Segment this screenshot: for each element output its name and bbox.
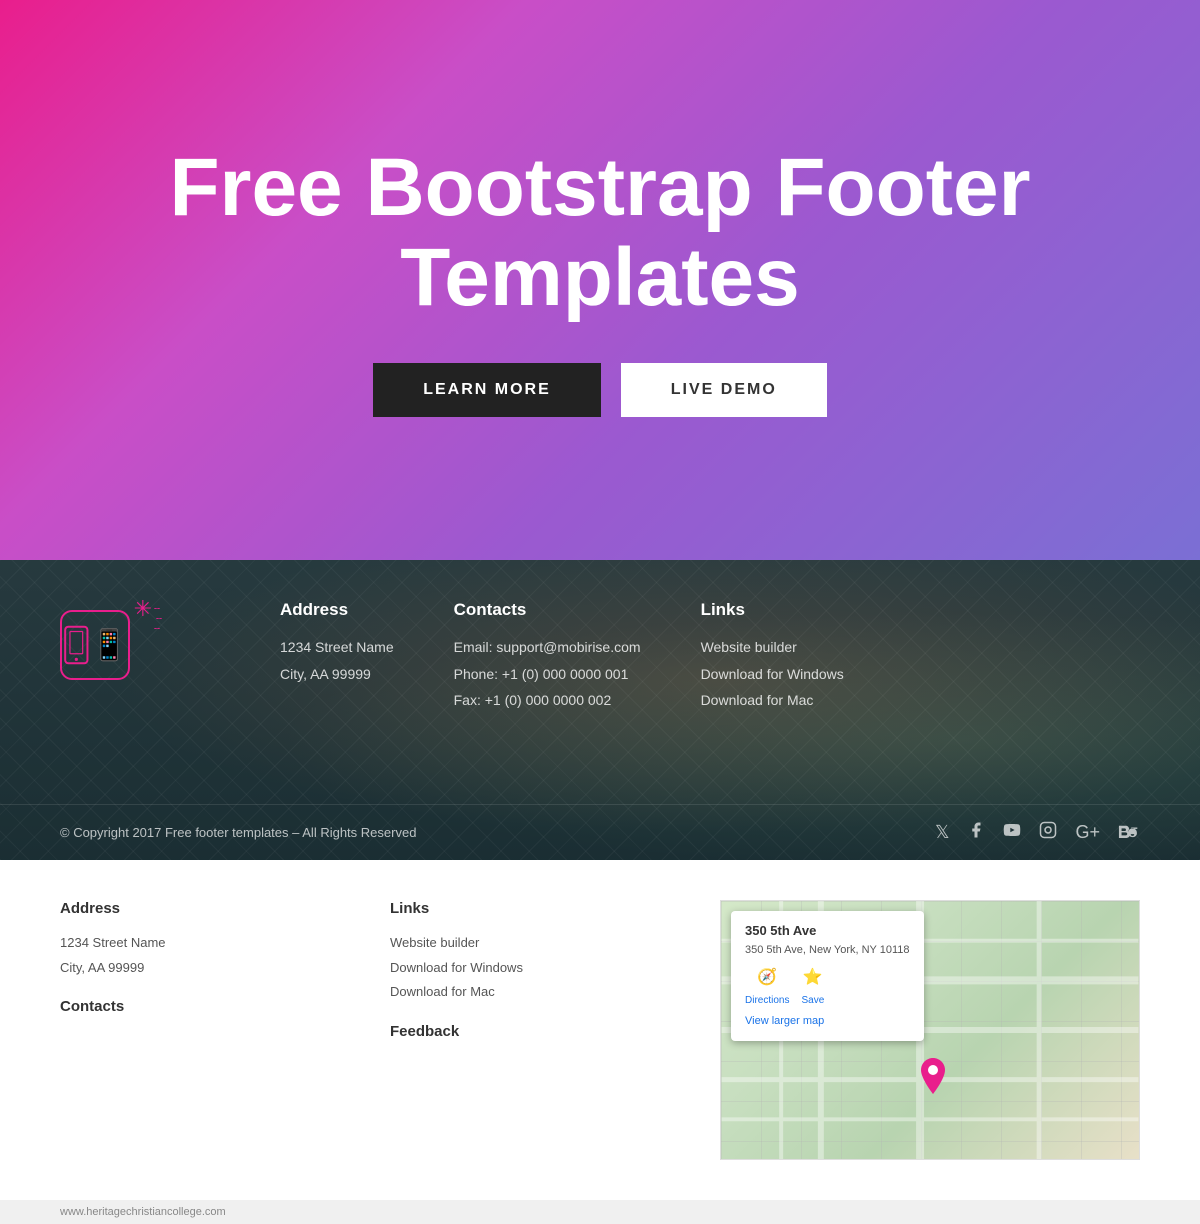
footer-light-links-heading: Links bbox=[390, 900, 660, 917]
footer-link-download-windows[interactable]: Download for Windows bbox=[701, 661, 844, 688]
footer-address-line1: 1234 Street Name bbox=[280, 634, 394, 661]
directions-button[interactable]: 🧭 Directions bbox=[745, 965, 789, 1009]
save-label: Save bbox=[801, 993, 824, 1009]
footer-light-feedback-heading: Feedback bbox=[390, 1023, 660, 1040]
footer-light-address-line2: City, AA 99999 bbox=[60, 956, 330, 981]
social-icons-group: 𝕏 G+ bbox=[935, 821, 1140, 844]
footer-email: Email: support@mobirise.com bbox=[454, 634, 641, 661]
instagram-icon[interactable] bbox=[1039, 821, 1057, 844]
footer-address-line2: City, AA 99999 bbox=[280, 661, 394, 688]
youtube-icon[interactable] bbox=[1003, 821, 1021, 844]
footer-contacts-col: Contacts Email: support@mobirise.com Pho… bbox=[454, 600, 641, 714]
directions-label: Directions bbox=[745, 993, 789, 1009]
view-larger-map-link[interactable]: View larger map bbox=[745, 1013, 910, 1031]
footer-light-link-download-windows[interactable]: Download for Windows bbox=[390, 956, 660, 981]
footer-light-links-col: Links Website builder Download for Windo… bbox=[390, 900, 660, 1160]
save-button[interactable]: ⭐ Save bbox=[801, 965, 824, 1009]
footer-link-download-mac[interactable]: Download for Mac bbox=[701, 687, 844, 714]
footer-dark-bottom: © Copyright 2017 Free footer templates –… bbox=[0, 804, 1200, 860]
directions-icon: 🧭 bbox=[757, 965, 777, 991]
footer-light-link-download-mac[interactable]: Download for Mac bbox=[390, 980, 660, 1005]
map-popup: 350 5th Ave 350 5th Ave, New York, NY 10… bbox=[731, 911, 924, 1041]
facebook-icon[interactable] bbox=[967, 821, 985, 844]
learn-more-button[interactable]: LEARN MORE bbox=[373, 363, 601, 417]
footer-fax: Fax: +1 (0) 000 0000 002 bbox=[454, 687, 641, 714]
footer-logo: ✳ ╌ ╌ ╌ bbox=[60, 600, 220, 714]
map-marker bbox=[921, 1058, 945, 1099]
sun-icon: ✳ bbox=[134, 596, 152, 622]
phone-logo-icon bbox=[60, 610, 130, 680]
behance-icon[interactable] bbox=[1118, 822, 1140, 843]
footer-light-address-col: Address 1234 Street Name City, AA 99999 … bbox=[60, 900, 330, 1160]
hero-section: Free Bootstrap Footer Templates LEARN MO… bbox=[0, 0, 1200, 560]
footer-link-website-builder[interactable]: Website builder bbox=[701, 634, 844, 661]
site-url: www.heritagechristiancollege.com bbox=[60, 1206, 226, 1218]
footer-contacts-heading: Contacts bbox=[454, 600, 641, 620]
map-placeholder: 350 5th Ave 350 5th Ave, New York, NY 10… bbox=[721, 901, 1139, 1159]
map-popup-title: 350 5th Ave bbox=[745, 921, 910, 942]
hero-title: Free Bootstrap Footer Templates bbox=[150, 143, 1050, 323]
twitter-icon[interactable]: 𝕏 bbox=[935, 822, 950, 843]
footer-light-address-heading: Address bbox=[60, 900, 330, 917]
footer-links-heading: Links bbox=[701, 600, 844, 620]
footer-address-heading: Address bbox=[280, 600, 394, 620]
google-plus-icon[interactable]: G+ bbox=[1075, 822, 1100, 843]
hero-buttons: LEARN MORE LIVE DEMO bbox=[373, 363, 827, 417]
footer-light-section: Address 1234 Street Name City, AA 99999 … bbox=[0, 860, 1200, 1200]
save-icon: ⭐ bbox=[803, 965, 823, 991]
footer-light-address-line1: 1234 Street Name bbox=[60, 931, 330, 956]
footer-light-link-website-builder[interactable]: Website builder bbox=[390, 931, 660, 956]
footer-dark-top: ✳ ╌ ╌ ╌ Address 1234 Street Name City, A… bbox=[0, 560, 1200, 734]
footer-links-col: Links Website builder Download for Windo… bbox=[701, 600, 844, 714]
footer-address-col: Address 1234 Street Name City, AA 99999 bbox=[280, 600, 394, 714]
live-demo-button[interactable]: LIVE DEMO bbox=[621, 363, 827, 417]
site-footer-bar: www.heritagechristiancollege.com bbox=[0, 1200, 1200, 1224]
map-area[interactable]: 350 5th Ave 350 5th Ave, New York, NY 10… bbox=[720, 900, 1140, 1160]
footer-light-contacts-heading: Contacts bbox=[60, 998, 330, 1015]
footer-dark-section: ✳ ╌ ╌ ╌ Address 1234 Street Name City, A… bbox=[0, 560, 1200, 860]
map-actions: 🧭 Directions ⭐ Save bbox=[745, 965, 910, 1009]
footer-copyright: © Copyright 2017 Free footer templates –… bbox=[60, 825, 416, 840]
map-popup-subtitle: 350 5th Ave, New York, NY 10118 bbox=[745, 942, 910, 960]
footer-phone: Phone: +1 (0) 000 0000 001 bbox=[454, 661, 641, 688]
sun-ray3: ╌ bbox=[154, 624, 160, 635]
